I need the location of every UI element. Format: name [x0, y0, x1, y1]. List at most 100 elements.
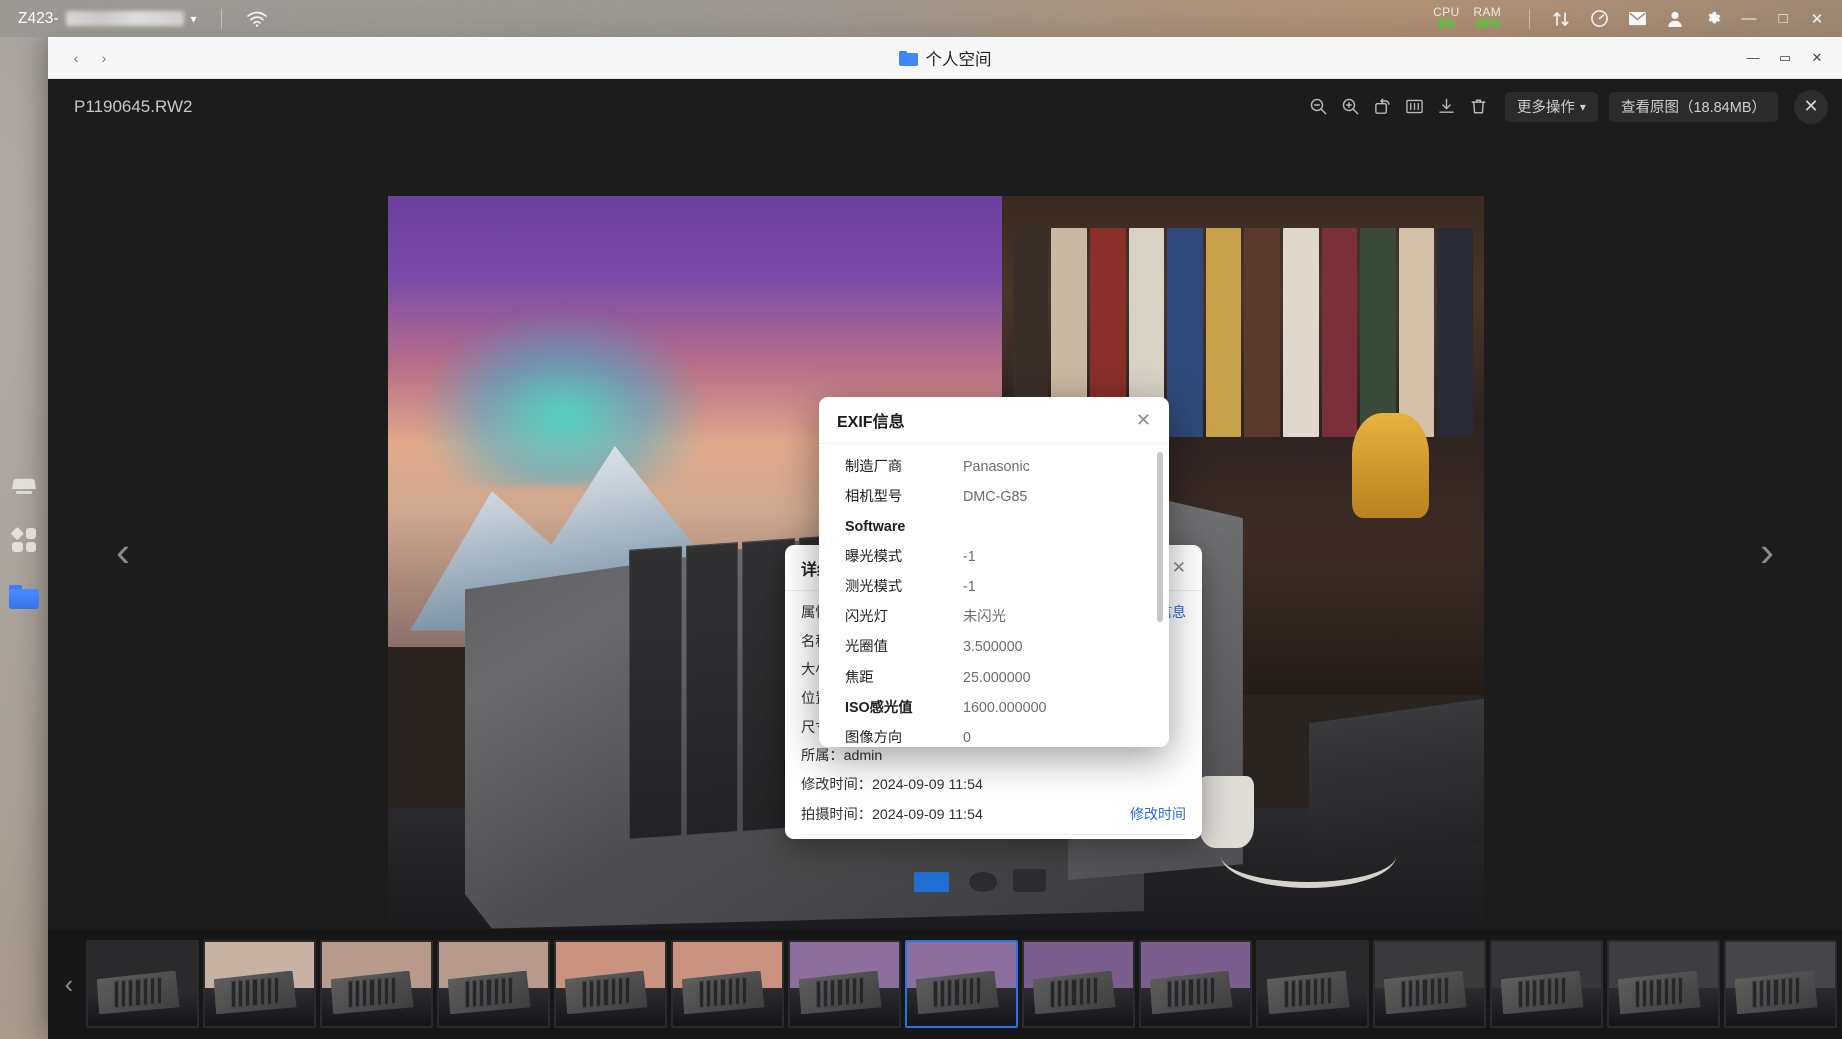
strip-prev-button[interactable]: ‹: [52, 940, 86, 1028]
window-close-button[interactable]: ✕: [1802, 44, 1832, 72]
thumb-bays: [699, 977, 747, 1008]
window-title: 个人空间: [48, 46, 1842, 70]
nav-back-button[interactable]: ‹: [62, 45, 90, 71]
exif-dialog-header: EXIF信息 ✕: [819, 397, 1169, 444]
thumb-bays: [816, 977, 864, 1008]
rotate-icon[interactable]: [1368, 92, 1398, 122]
transfer-icon[interactable]: [1544, 4, 1578, 34]
thumb-15[interactable]: [1724, 940, 1837, 1028]
thumb-11[interactable]: [1256, 940, 1369, 1028]
thumb-9[interactable]: [1022, 940, 1135, 1028]
chevron-down-icon: ▾: [191, 12, 197, 26]
exif-dialog-scrollbar[interactable]: [1157, 452, 1163, 739]
exif-dialog-body[interactable]: 制造厂商 Panasonic 相机型号 DMC-G85 Software: [819, 444, 1169, 747]
chevron-down-icon: ▾: [1580, 100, 1586, 114]
next-photo-button[interactable]: ›: [1744, 522, 1790, 582]
thumb-3[interactable]: [320, 940, 433, 1028]
nav-forward-button[interactable]: ›: [90, 45, 118, 71]
os-top-bar-right: CPU 3% RAM 28%: [1433, 4, 1842, 34]
viewer-close-button[interactable]: ✕: [1794, 90, 1828, 124]
exif-key: 测光模式: [845, 578, 963, 597]
thumb-bays: [1167, 977, 1215, 1008]
window-title-bar: ‹ › 个人空间 — ▭ ✕: [48, 37, 1842, 79]
details-row-text: 修改时间：2024-09-09 11:54: [801, 776, 983, 795]
user-icon[interactable]: [1658, 4, 1692, 34]
exif-dialog: EXIF信息 ✕ 制造厂商 Panasonic 相机型号 DMC-G85: [819, 397, 1169, 747]
exif-row: 闪光灯 未闪光: [845, 608, 1159, 627]
exif-row: 曝光模式 -1: [845, 548, 1159, 567]
divider: [801, 834, 1186, 835]
thumb-10[interactable]: [1139, 940, 1252, 1028]
thumb-8[interactable]: [905, 940, 1018, 1028]
ram-meter: RAM 28%: [1473, 6, 1501, 32]
previous-photo-button[interactable]: ‹: [100, 522, 146, 582]
file-manager-window: ‹ › 个人空间 — ▭ ✕ P1190645.RW2: [48, 37, 1842, 1039]
thumb-bays: [1050, 977, 1098, 1008]
settings-gear-icon[interactable]: [1696, 4, 1730, 34]
exif-row: 图像方向 0: [845, 729, 1159, 747]
thumb-7[interactable]: [788, 940, 901, 1028]
os-minimize-button[interactable]: —: [1734, 4, 1764, 34]
thumb-1[interactable]: [86, 940, 199, 1028]
more-actions-button[interactable]: 更多操作 ▾: [1505, 92, 1598, 122]
thumb-4[interactable]: [437, 940, 550, 1028]
details-row: 修改时间：2024-09-09 11:54: [801, 776, 1186, 795]
exif-key: 制造厂商: [845, 458, 963, 477]
os-maximize-button[interactable]: □: [1768, 4, 1798, 34]
dock-item-files[interactable]: [8, 580, 40, 612]
details-row-text: 拍摄时间：2024-09-09 11:54: [801, 806, 983, 825]
delete-icon[interactable]: [1464, 92, 1494, 122]
details-row-text: 所属：admin: [801, 747, 882, 766]
cpu-meter: CPU 3%: [1433, 6, 1459, 32]
scrollbar-thumb[interactable]: [1157, 452, 1163, 622]
os-top-bar-left: Z423- ▾: [0, 9, 268, 29]
device-selector[interactable]: Z423- ▾: [18, 10, 197, 28]
thumbnail-strip: ‹: [48, 929, 1842, 1039]
grid-apps-icon: [12, 528, 36, 552]
viewer-file-name: P1190645.RW2: [74, 97, 192, 117]
thumb-13[interactable]: [1490, 940, 1603, 1028]
dock-item-nas[interactable]: [8, 472, 40, 504]
details-row: 所属：admin: [801, 747, 1186, 766]
thumb-14[interactable]: [1607, 940, 1720, 1028]
thumbnail-image: [439, 942, 548, 1026]
zoom-out-icon[interactable]: [1304, 92, 1334, 122]
os-close-button[interactable]: ✕: [1802, 4, 1832, 34]
mail-icon[interactable]: [1620, 4, 1654, 34]
thumb-12[interactable]: [1373, 940, 1486, 1028]
dashboard-icon[interactable]: [1582, 4, 1616, 34]
thumb-2[interactable]: [203, 940, 316, 1028]
app-root: Z423- ▾ CPU 3% RAM 28%: [0, 0, 1842, 1039]
exif-value: 25.000000: [963, 669, 1031, 688]
wifi-icon[interactable]: [246, 10, 268, 28]
thumb-bays: [933, 977, 981, 1008]
window-maximize-button[interactable]: ▭: [1770, 44, 1800, 72]
left-dock: [0, 37, 48, 1039]
zoom-in-icon[interactable]: [1336, 92, 1366, 122]
thumb-bays: [465, 977, 513, 1008]
window-controls: — ▭ ✕: [1738, 44, 1842, 72]
window-minimize-button[interactable]: —: [1738, 44, 1768, 72]
modify-time-link[interactable]: 修改时间: [1130, 805, 1186, 824]
dock-item-apps[interactable]: [8, 524, 40, 556]
view-original-label: 查看原图（18.84MB）: [1621, 96, 1766, 117]
thumbnail-image: [1726, 942, 1835, 1026]
thumbnail-image: [907, 942, 1016, 1026]
exif-row: 光圈值 3.500000: [845, 638, 1159, 657]
download-icon[interactable]: [1432, 92, 1462, 122]
exif-key: 曝光模式: [845, 548, 963, 567]
viewer-tool-group: 更多操作 ▾ 查看原图（18.84MB） ✕: [1304, 90, 1842, 124]
view-original-button[interactable]: 查看原图（18.84MB）: [1609, 92, 1778, 122]
actual-size-icon[interactable]: [1400, 92, 1430, 122]
thumb-6[interactable]: [671, 940, 784, 1028]
thumbnail-list: [86, 940, 1838, 1028]
thumb-bays: [348, 977, 396, 1008]
details-panel-close-button[interactable]: ✕: [1172, 558, 1186, 578]
thumbnail-image: [1024, 942, 1133, 1026]
thumb-bays: [1635, 977, 1683, 1008]
thumb-5[interactable]: [554, 940, 667, 1028]
exif-key: Software: [845, 518, 963, 537]
exif-key: 闪光灯: [845, 608, 963, 627]
exif-dialog-close-button[interactable]: ✕: [1136, 411, 1151, 429]
thumbnail-image: [673, 942, 782, 1026]
